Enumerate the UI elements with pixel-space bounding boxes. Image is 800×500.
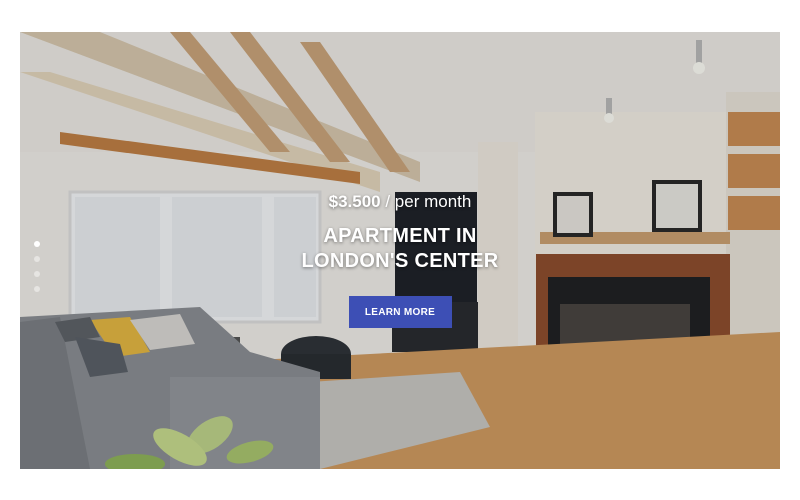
hero-slider: $3.500 / per month APARTMENT IN LONDON'S… — [20, 32, 780, 469]
slide-title-line-2: LONDON'S CENTER — [301, 250, 499, 272]
slider-dot-4[interactable] — [34, 286, 40, 292]
slider-pagination — [34, 241, 42, 301]
learn-more-button[interactable]: LEARN MORE — [348, 296, 452, 328]
slider-dot-1[interactable] — [34, 241, 40, 247]
slide-title: APARTMENT IN LONDON'S CENTER — [20, 224, 780, 274]
price-period: / per month — [380, 192, 472, 211]
slide-title-line-1: APARTMENT IN — [323, 225, 477, 247]
slide-caption: $3.500 / per month APARTMENT IN LONDON'S… — [20, 192, 780, 328]
slider-dot-3[interactable] — [34, 271, 40, 277]
price-amount: $3.500 — [328, 192, 381, 211]
slider-dot-2[interactable] — [34, 256, 40, 262]
price-line: $3.500 / per month — [20, 192, 780, 212]
